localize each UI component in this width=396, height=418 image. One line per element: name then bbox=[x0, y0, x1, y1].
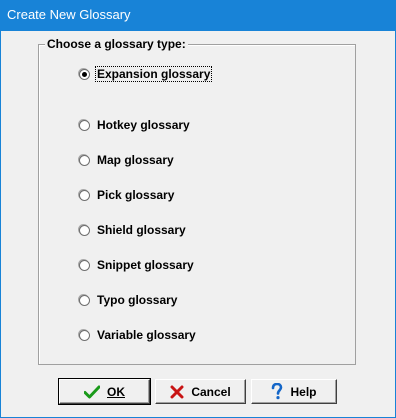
ok-button[interactable]: OK bbox=[58, 378, 151, 405]
cancel-button[interactable]: Cancel bbox=[155, 379, 246, 404]
radio-button[interactable] bbox=[79, 120, 90, 131]
radio-label[interactable]: Shield glossary bbox=[96, 223, 187, 237]
radio-button[interactable] bbox=[79, 225, 90, 236]
radio-button[interactable] bbox=[79, 260, 90, 271]
radio-label[interactable]: Snippet glossary bbox=[96, 258, 195, 272]
checkmark-icon bbox=[84, 385, 100, 399]
x-icon bbox=[170, 385, 184, 399]
radio-button[interactable] bbox=[79, 330, 90, 341]
title-bar[interactable]: Create New Glossary bbox=[1, 1, 395, 31]
radio-label[interactable]: Variable glossary bbox=[96, 328, 197, 342]
window-title: Create New Glossary bbox=[7, 7, 131, 22]
radio-button[interactable] bbox=[79, 155, 90, 166]
radio-button[interactable] bbox=[79, 69, 90, 80]
radio-label[interactable]: Map glossary bbox=[96, 153, 175, 167]
question-icon bbox=[271, 383, 283, 400]
glossary-type-group bbox=[38, 44, 356, 365]
group-label: Choose a glossary type: bbox=[45, 37, 188, 51]
radio-label[interactable]: Expansion glossary bbox=[94, 66, 213, 82]
radio-label[interactable]: Typo glossary bbox=[96, 293, 178, 307]
ok-button-label: OK bbox=[107, 384, 125, 399]
radio-button[interactable] bbox=[79, 295, 90, 306]
radio-label[interactable]: Pick glossary bbox=[96, 188, 175, 202]
radio-label[interactable]: Hotkey glossary bbox=[96, 118, 191, 132]
help-button-label: Help bbox=[290, 384, 317, 399]
cancel-button-label: Cancel bbox=[191, 384, 231, 399]
help-button[interactable]: Help bbox=[251, 379, 337, 404]
radio-button[interactable] bbox=[79, 190, 90, 201]
